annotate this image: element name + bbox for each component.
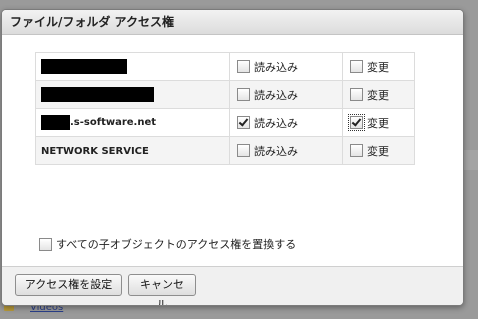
principal-host-suffix: .s-software.net: [70, 117, 157, 128]
set-permissions-button[interactable]: アクセス権を設定: [15, 274, 122, 296]
read-label: 読み込み: [254, 60, 298, 74]
redacted-principal: [41, 115, 70, 130]
change-label: 変更: [367, 116, 389, 130]
read-checkbox[interactable]: [237, 60, 250, 73]
change-checkbox[interactable]: [350, 144, 363, 157]
change-checkbox[interactable]: [350, 88, 363, 101]
change-label: 変更: [367, 60, 389, 74]
table-row: 読み込み 変更: [35, 80, 415, 109]
access-rights-dialog: ファイル/フォルダ アクセス権 読み込み 変更 読み込み 変更 .s-softw…: [1, 9, 464, 306]
read-checkbox[interactable]: [237, 116, 250, 129]
change-label: 変更: [367, 88, 389, 102]
replace-children-label: すべての子オブジェクトのアクセス権を置換する: [56, 238, 297, 251]
redacted-principal: [41, 87, 154, 102]
change-cell: 変更: [342, 108, 415, 137]
principal-name: .s-software.net: [35, 108, 230, 137]
permissions-table: 読み込み 変更 読み込み 変更 .s-software.net 読み込み 変更 …: [35, 52, 415, 165]
replace-children-option[interactable]: すべての子オブジェクトのアクセス権を置換する: [39, 236, 296, 252]
read-checkbox[interactable]: [237, 144, 250, 157]
principal-name: [35, 80, 230, 109]
dialog-content: 読み込み 変更 読み込み 変更 .s-software.net 読み込み 変更 …: [2, 35, 463, 267]
table-row: .s-software.net 読み込み 変更: [35, 108, 415, 137]
change-cell: 変更: [342, 80, 415, 109]
principal-label: NETWORK SERVICE: [41, 146, 149, 157]
read-cell: 読み込み: [229, 52, 343, 81]
read-label: 読み込み: [254, 88, 298, 102]
change-cell: 変更: [342, 52, 415, 81]
redacted-principal: [41, 59, 127, 74]
table-row: 読み込み 変更: [35, 52, 415, 81]
change-label: 変更: [367, 144, 389, 158]
principal-name: NETWORK SERVICE: [35, 136, 230, 165]
replace-children-checkbox[interactable]: [39, 237, 52, 251]
read-label: 読み込み: [254, 116, 298, 130]
principal-name: [35, 52, 230, 81]
read-label: 読み込み: [254, 144, 298, 158]
change-checkbox[interactable]: [350, 60, 363, 73]
read-checkbox[interactable]: [237, 88, 250, 101]
read-cell: 読み込み: [229, 108, 343, 137]
cancel-button[interactable]: キャンセル: [128, 274, 196, 305]
read-cell: 読み込み: [229, 136, 343, 165]
dialog-footer: アクセス権を設定 キャンセル: [2, 266, 463, 305]
table-row: NETWORK SERVICE 読み込み 変更: [35, 136, 415, 165]
read-cell: 読み込み: [229, 80, 343, 109]
dialog-title: ファイル/フォルダ アクセス権: [2, 10, 463, 35]
change-cell: 変更: [342, 136, 415, 165]
change-checkbox[interactable]: [348, 114, 365, 131]
